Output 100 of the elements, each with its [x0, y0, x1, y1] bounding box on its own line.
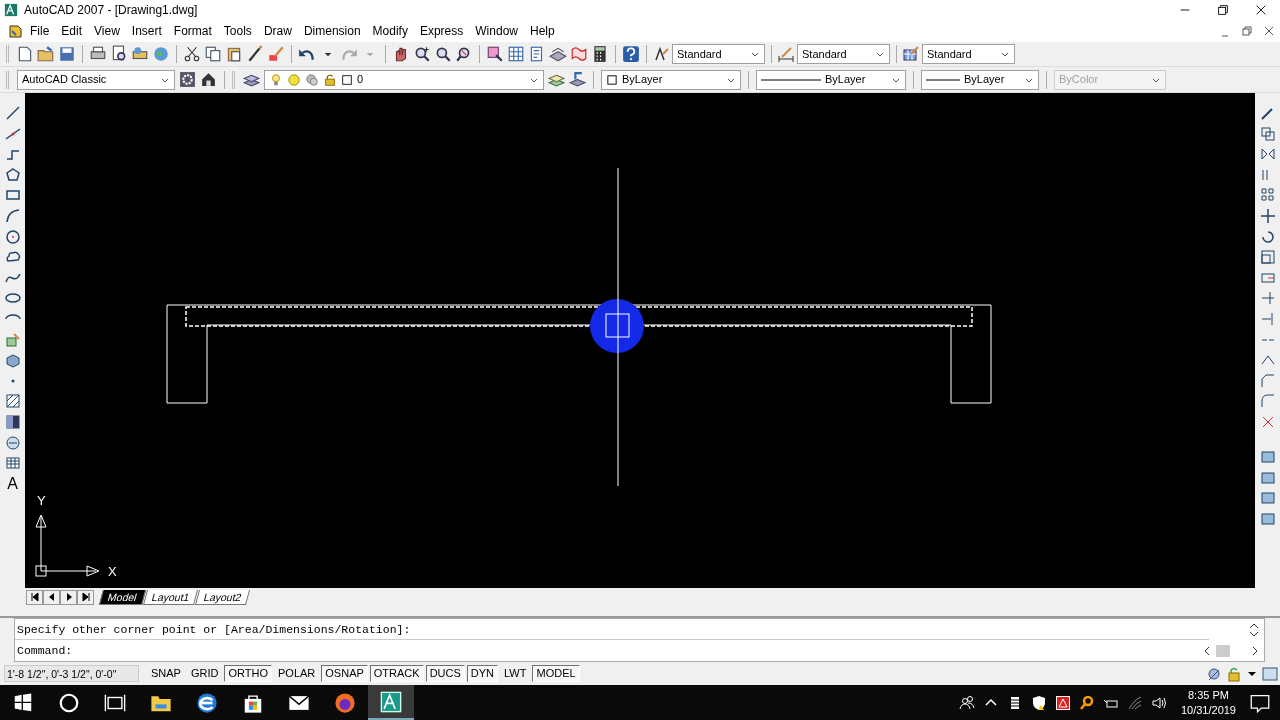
restore-icon[interactable] [1216, 3, 1230, 17]
pencil-icon[interactable] [1260, 105, 1276, 121]
copy-icon[interactable] [204, 45, 222, 63]
menu-item[interactable]: Draw [257, 21, 298, 41]
sheet-set-icon[interactable] [549, 45, 567, 63]
status-toggle[interactable]: MODEL [532, 665, 580, 682]
chevron-right-icon[interactable] [1250, 645, 1260, 657]
workspace-dropdown[interactable]: AutoCAD Classic [17, 69, 175, 90]
preview-icon[interactable] [110, 45, 128, 63]
menu-item[interactable]: Window [469, 21, 524, 41]
paste-icon[interactable] [225, 45, 243, 63]
status-toggle[interactable]: ORTHO [224, 665, 272, 682]
command-prompt[interactable]: Command: [17, 644, 73, 657]
scale-icon[interactable] [1260, 249, 1276, 266]
calculator-icon[interactable] [591, 45, 609, 63]
grid-icon[interactable] [507, 45, 525, 63]
rotate-icon[interactable] [1260, 228, 1276, 245]
table-icon[interactable] [4, 455, 21, 472]
menu-item[interactable]: File [24, 21, 56, 41]
layer-dropdown[interactable]: 0 [264, 69, 544, 90]
menu-item[interactable]: Modify [366, 21, 414, 41]
tab-nav-button[interactable] [26, 589, 43, 605]
table-style-dropdown[interactable]: Standard [922, 44, 1015, 64]
caret-icon[interactable] [750, 50, 760, 58]
layout-tab[interactable]: Model [99, 589, 146, 605]
text-style-icon[interactable] [653, 46, 669, 62]
construction-line-icon[interactable] [4, 125, 21, 142]
copy-icon[interactable] [1260, 125, 1276, 142]
fillet-icon[interactable] [1260, 393, 1276, 410]
move-icon[interactable] [1260, 207, 1276, 224]
arc-icon[interactable] [4, 207, 21, 224]
window-icon[interactable] [1260, 469, 1276, 486]
gradient-icon[interactable] [4, 413, 21, 430]
close-icon[interactable] [1254, 3, 1268, 17]
region-icon[interactable] [4, 434, 21, 451]
tab-nav-button[interactable] [60, 589, 77, 605]
tab-nav-button[interactable] [43, 589, 60, 605]
table-style-icon[interactable] [903, 46, 919, 62]
browser-icon[interactable] [196, 691, 218, 714]
help-icon[interactable] [622, 45, 640, 63]
array-icon[interactable] [1260, 187, 1276, 204]
clock-time[interactable]: 8:35 PM [1188, 687, 1229, 703]
gear-icon[interactable] [179, 71, 196, 88]
dimension-style-icon[interactable] [778, 46, 794, 62]
status-toggle[interactable]: DUCS [425, 665, 465, 682]
status-toggle[interactable]: OSNAP [321, 665, 368, 682]
block-icon[interactable] [4, 352, 21, 369]
save-icon[interactable] [58, 45, 76, 63]
caret-icon[interactable] [875, 50, 885, 58]
menu-item[interactable]: Tools [217, 21, 258, 41]
zoom-window-icon[interactable] [434, 45, 452, 63]
line-icon[interactable] [4, 105, 21, 121]
close-icon[interactable] [1263, 25, 1275, 37]
fox-browser-icon[interactable] [334, 691, 356, 714]
status-toggle[interactable]: OTRACK [369, 665, 424, 682]
layer-match-icon[interactable] [569, 71, 586, 88]
chevron-left-icon[interactable] [1202, 645, 1212, 657]
circle-icon[interactable] [4, 228, 21, 245]
linetype-dropdown[interactable]: ByLayer [756, 69, 906, 90]
wifi-icon[interactable] [1126, 694, 1143, 711]
status-toggle[interactable]: DYN [466, 665, 499, 682]
window-icon[interactable] [1260, 490, 1276, 507]
open-folder-icon[interactable] [37, 45, 55, 63]
menu-item[interactable]: Dimension [297, 21, 367, 41]
app-logo-icon[interactable] [380, 690, 402, 713]
windows-icon[interactable] [12, 691, 34, 714]
zoom-in-icon[interactable] [413, 45, 431, 63]
clock-date[interactable]: 10/31/2019 [1180, 702, 1236, 718]
scissors-icon[interactable] [183, 45, 201, 63]
magnifier-icon[interactable] [1078, 694, 1095, 711]
menu-item[interactable]: Edit [55, 21, 89, 41]
menu-item[interactable]: View [88, 21, 126, 41]
multiline-text-tool[interactable]: A [7, 475, 18, 492]
hatch-icon[interactable] [4, 393, 21, 410]
new-file-icon[interactable] [16, 45, 34, 63]
scroll-thumb[interactable] [1216, 645, 1230, 657]
search-icon[interactable] [58, 691, 80, 714]
properties-icon[interactable] [486, 45, 504, 63]
layout-tab[interactable]: Layout2 [194, 589, 251, 605]
house-icon[interactable] [200, 71, 217, 88]
lineweight-dropdown[interactable]: ByLayer [921, 69, 1039, 90]
text-style-dropdown[interactable]: Standard [672, 44, 765, 64]
window-icon[interactable] [1260, 510, 1276, 527]
extend-icon[interactable] [1260, 310, 1276, 327]
scroll-arrows-icon[interactable] [1248, 623, 1260, 637]
dimension-style-dropdown[interactable]: Standard [797, 44, 890, 64]
document-icon[interactable] [8, 23, 24, 39]
shield-icon[interactable] [1030, 694, 1047, 711]
menu-item[interactable]: Insert [125, 21, 168, 41]
notification-icon[interactable] [1250, 692, 1270, 713]
layout-tab[interactable]: Layout1 [142, 589, 198, 605]
menu-item[interactable]: Express [413, 21, 470, 41]
pdf-icon[interactable] [1054, 694, 1071, 711]
satellite-icon[interactable] [1206, 665, 1222, 682]
speaker-icon[interactable] [1150, 694, 1167, 711]
window-icon[interactable] [1260, 449, 1276, 466]
color-dropdown[interactable]: ByLayer [601, 69, 741, 90]
brush-icon[interactable] [246, 45, 264, 63]
markup-icon[interactable] [570, 45, 588, 63]
caret-icon[interactable] [1000, 50, 1010, 58]
